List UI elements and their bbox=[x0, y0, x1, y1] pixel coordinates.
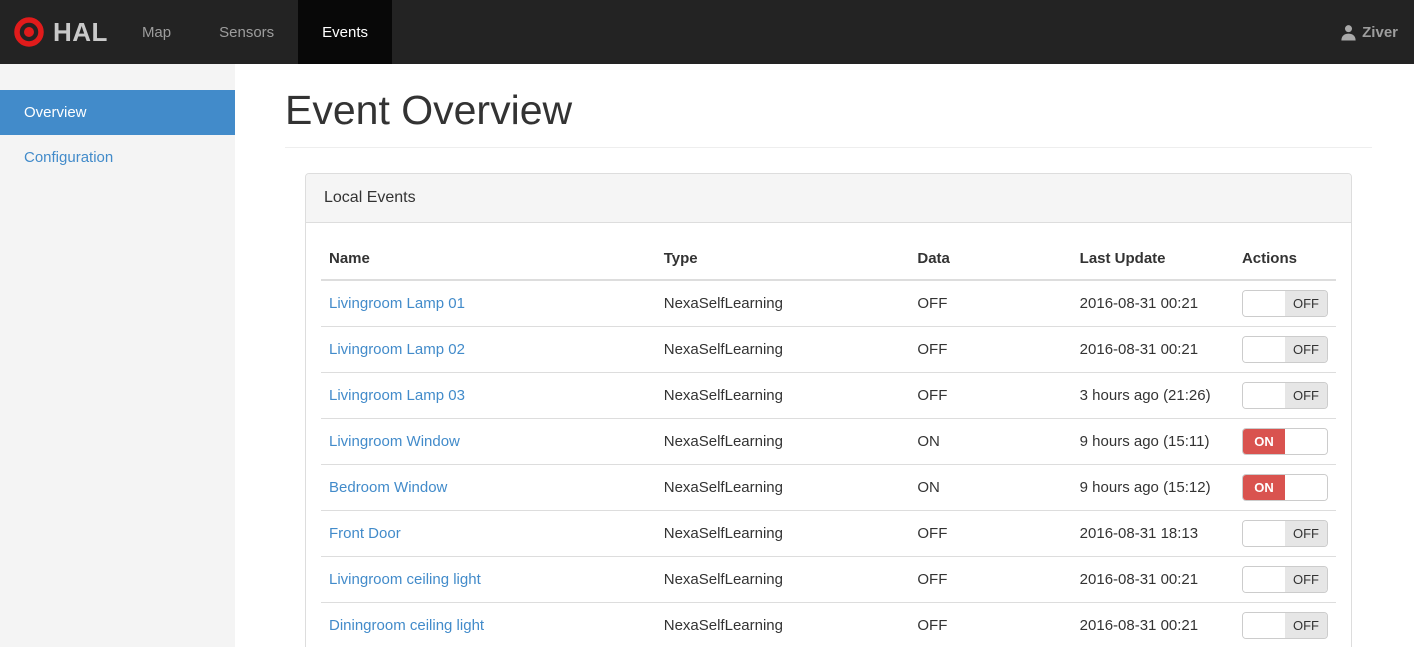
event-last-update: 2016-08-31 00:21 bbox=[1071, 602, 1234, 647]
table-row: Front Door NexaSelfLearning OFF 2016-08-… bbox=[321, 510, 1336, 558]
table-row: Livingroom ceiling light NexaSelfLearnin… bbox=[321, 556, 1336, 604]
toggle-handle bbox=[1285, 475, 1327, 501]
power-toggle[interactable]: OFF bbox=[1242, 382, 1328, 410]
nav-tab-sensors[interactable]: Sensors bbox=[195, 0, 298, 64]
table-row: Livingroom Lamp 03 NexaSelfLearning OFF … bbox=[321, 372, 1336, 420]
event-name-link[interactable]: Livingroom ceiling light bbox=[329, 571, 481, 588]
col-header-name: Name bbox=[321, 238, 656, 282]
toggle-handle bbox=[1243, 567, 1285, 593]
table-row: Livingroom Window NexaSelfLearning ON 9 … bbox=[321, 418, 1336, 466]
event-name-link[interactable]: Front Door bbox=[329, 525, 401, 542]
event-type: NexaSelfLearning bbox=[655, 418, 910, 466]
toggle-label: ON bbox=[1243, 475, 1285, 501]
toggle-label: OFF bbox=[1285, 613, 1327, 639]
event-name-link[interactable]: Livingroom Lamp 01 bbox=[329, 295, 465, 312]
event-type: NexaSelfLearning bbox=[655, 280, 910, 328]
toggle-handle bbox=[1243, 521, 1285, 547]
toggle-label: ON bbox=[1243, 429, 1285, 455]
power-toggle[interactable]: OFF bbox=[1242, 290, 1328, 318]
event-type: NexaSelfLearning bbox=[655, 464, 910, 512]
toggle-handle bbox=[1243, 337, 1285, 363]
toggle-handle bbox=[1243, 291, 1285, 317]
event-data: OFF bbox=[909, 326, 1072, 374]
event-data: ON bbox=[909, 464, 1072, 512]
toggle-label: OFF bbox=[1285, 521, 1327, 547]
event-last-update: 3 hours ago (21:26) bbox=[1071, 372, 1234, 420]
sidebar-item-overview[interactable]: Overview bbox=[0, 90, 235, 135]
power-toggle[interactable]: ON bbox=[1242, 428, 1328, 456]
event-type: NexaSelfLearning bbox=[655, 372, 910, 420]
user-icon bbox=[1341, 24, 1356, 40]
title-divider bbox=[285, 147, 1372, 149]
toggle-label: OFF bbox=[1285, 383, 1327, 409]
toggle-handle bbox=[1243, 383, 1285, 409]
local-events-panel: Local Events Name Type Data Last Update … bbox=[305, 173, 1352, 647]
nav-tab-events[interactable]: Events bbox=[298, 0, 393, 64]
event-name-link[interactable]: Bedroom Window bbox=[329, 479, 447, 496]
power-toggle[interactable]: OFF bbox=[1242, 566, 1328, 594]
panel-body: Name Type Data Last Update Actions Livin… bbox=[306, 223, 1351, 647]
table-row: Livingroom Lamp 02 NexaSelfLearning OFF … bbox=[321, 326, 1336, 374]
event-data: OFF bbox=[909, 602, 1072, 647]
event-type: NexaSelfLearning bbox=[655, 556, 910, 604]
panel-heading: Local Events bbox=[306, 174, 1351, 224]
sidebar-item-configuration[interactable]: Configuration bbox=[0, 135, 235, 180]
power-toggle[interactable]: ON bbox=[1242, 474, 1328, 502]
toggle-handle bbox=[1243, 613, 1285, 639]
bullseye-logo-icon bbox=[14, 17, 44, 47]
event-name-link[interactable]: Livingroom Lamp 02 bbox=[329, 341, 465, 358]
event-name-link[interactable]: Diningroom ceiling light bbox=[329, 617, 484, 634]
toggle-label: OFF bbox=[1285, 337, 1327, 363]
event-type: NexaSelfLearning bbox=[655, 326, 910, 374]
brand-label: HAL bbox=[53, 16, 108, 47]
sidebar: Overview Configuration bbox=[0, 64, 235, 647]
user-menu[interactable]: Ziver bbox=[1340, 0, 1414, 64]
col-header-actions: Actions bbox=[1233, 238, 1336, 282]
page-title: Event Overview bbox=[285, 87, 573, 133]
event-data: OFF bbox=[909, 372, 1072, 420]
table-row: Livingroom Lamp 01 NexaSelfLearning OFF … bbox=[321, 280, 1336, 328]
events-table: Name Type Data Last Update Actions Livin… bbox=[321, 238, 1336, 647]
event-last-update: 2016-08-31 18:13 bbox=[1071, 510, 1234, 558]
brand[interactable]: HAL bbox=[0, 0, 118, 64]
user-name: Ziver bbox=[1362, 23, 1398, 41]
table-header-row: Name Type Data Last Update Actions bbox=[321, 238, 1336, 282]
event-name-link[interactable]: Livingroom Window bbox=[329, 433, 460, 450]
main-nav: Map Sensors Events bbox=[118, 0, 393, 64]
event-data: OFF bbox=[909, 280, 1072, 328]
top-navbar: HAL Map Sensors Events Ziver bbox=[0, 0, 1414, 64]
event-last-update: 9 hours ago (15:11) bbox=[1071, 418, 1234, 466]
nav-tab-map[interactable]: Map bbox=[118, 0, 195, 64]
event-data: OFF bbox=[909, 510, 1072, 558]
event-last-update: 2016-08-31 00:21 bbox=[1071, 556, 1234, 604]
power-toggle[interactable]: OFF bbox=[1242, 336, 1328, 364]
col-header-type: Type bbox=[655, 238, 910, 282]
toggle-label: OFF bbox=[1285, 291, 1327, 317]
toggle-handle bbox=[1285, 429, 1327, 455]
power-toggle[interactable]: OFF bbox=[1242, 612, 1328, 640]
col-header-data: Data bbox=[909, 238, 1072, 282]
col-header-last-update: Last Update bbox=[1071, 238, 1234, 282]
event-data: ON bbox=[909, 418, 1072, 466]
event-last-update: 2016-08-31 00:21 bbox=[1071, 326, 1234, 374]
table-row: Diningroom ceiling light NexaSelfLearnin… bbox=[321, 602, 1336, 647]
event-last-update: 9 hours ago (15:12) bbox=[1071, 464, 1234, 512]
event-type: NexaSelfLearning bbox=[655, 510, 910, 558]
event-data: OFF bbox=[909, 556, 1072, 604]
event-last-update: 2016-08-31 00:21 bbox=[1071, 280, 1234, 328]
event-type: NexaSelfLearning bbox=[655, 602, 910, 647]
table-row: Bedroom Window NexaSelfLearning ON 9 hou… bbox=[321, 464, 1336, 512]
event-name-link[interactable]: Livingroom Lamp 03 bbox=[329, 387, 465, 404]
power-toggle[interactable]: OFF bbox=[1242, 520, 1328, 548]
toggle-label: OFF bbox=[1285, 567, 1327, 593]
main-content: Event Overview Local Events Name Type Da… bbox=[285, 64, 1372, 647]
